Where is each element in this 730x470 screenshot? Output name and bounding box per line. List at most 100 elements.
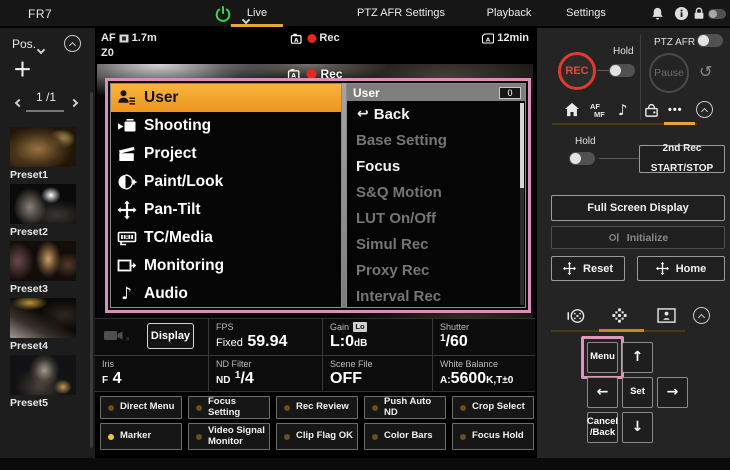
svg-text:A: A (294, 37, 299, 43)
svg-text:A: A (486, 37, 491, 43)
arrow-right-icon: → (667, 385, 679, 400)
info-button[interactable] (674, 6, 689, 26)
preset-group-dropdown[interactable] (38, 40, 44, 58)
pan-left-button[interactable]: ← (587, 377, 618, 408)
tab-ptz-afr-settings[interactable]: PTZ AFR Settings (357, 0, 445, 26)
paint-icon (116, 172, 137, 192)
assign-button-marker[interactable]: Marker (100, 423, 182, 450)
submenu-item-simul-rec[interactable]: Simul Rec (347, 231, 525, 257)
shutter-cell[interactable]: Shutter 1/60 (432, 319, 535, 355)
assign-button-clip-flag-ok[interactable]: Clip Flag OK (276, 423, 358, 450)
tab-dpad-control[interactable] (611, 307, 628, 324)
submenu-item-lut-on-off[interactable]: LUT On/Off (347, 205, 525, 231)
rec-zone-divider (640, 35, 641, 120)
rec-dot-icon (307, 34, 316, 43)
assign-button-rec-review[interactable]: Rec Review (276, 396, 358, 419)
power-button[interactable] (214, 5, 232, 28)
af-subject-icon (119, 34, 129, 43)
shutter-den: /60 (446, 333, 468, 350)
tab-settings[interactable]: Settings (566, 0, 606, 26)
menu-button[interactable]: Menu (587, 342, 618, 373)
menu-item-user[interactable]: User (111, 84, 341, 112)
tab-playback[interactable]: Playback (487, 0, 532, 26)
set-button[interactable]: Set (622, 377, 653, 408)
cancel-back-button[interactable]: Cancel /Back (587, 412, 618, 443)
fps-mode: Fixed (216, 337, 243, 349)
gain-cell[interactable]: GainLo L:0dB (322, 319, 432, 355)
menu-item-paint-look[interactable]: Paint/Look (111, 168, 341, 196)
preset-item-3[interactable]: Preset3 (10, 241, 76, 295)
camcorder-icon (116, 116, 137, 136)
preset-item-4[interactable]: Preset4 (10, 298, 76, 352)
iris-cell[interactable]: Iris F 4 (95, 355, 208, 391)
pan-tilt-reset-button[interactable]: Reset (551, 256, 625, 281)
submenu-item-base-setting[interactable]: Base Setting (347, 127, 525, 153)
assign-button-video-signal-monitor[interactable]: Video Signal Monitor (188, 423, 270, 450)
assign-button-color-bars[interactable]: Color Bars (364, 423, 446, 450)
assign-button-push-auto-nd[interactable]: Push Auto ND (364, 396, 446, 419)
preset-page-indicator (26, 110, 64, 112)
pan-right-button[interactable]: → (657, 377, 688, 408)
sidebar-collapse-button[interactable] (64, 35, 81, 52)
pause-button[interactable]: Pause (649, 53, 689, 93)
assign-button-direct-menu[interactable]: Direct Menu (100, 396, 182, 419)
menu-item-tc-media[interactable]: TC/Media (111, 224, 341, 252)
tab-subject-tracking[interactable] (657, 308, 676, 324)
add-preset-button[interactable]: ＋ (13, 61, 32, 80)
ptz-afr-toggle[interactable] (697, 34, 723, 47)
submenu-item-focus[interactable]: Focus (347, 153, 525, 179)
menu-item-project[interactable]: Project (111, 140, 341, 168)
submenu-item-interval-rec[interactable]: Interval Rec (347, 283, 525, 308)
restart-icon[interactable]: ↺ (699, 62, 712, 81)
preset-item-2[interactable]: Preset2 (10, 184, 76, 238)
nd-filter-cell[interactable]: ND Filter ND 1/4 (208, 355, 322, 391)
assign-button-crop-select[interactable]: Crop Select (452, 396, 534, 419)
menu-item-audio[interactable]: ♪ Audio (111, 280, 341, 308)
pan-tilt-collapse-button[interactable] (693, 307, 710, 324)
assign-button-focus-hold[interactable]: Focus Hold (452, 423, 534, 450)
initialize-button[interactable]: Initialize (551, 226, 725, 249)
notifications-button[interactable] (650, 6, 665, 27)
menu-item-shooting[interactable]: Shooting (111, 112, 341, 140)
tilt-up-button[interactable]: ↑ (622, 342, 653, 373)
tab-af-mf[interactable]: AFMF (590, 103, 605, 119)
tab-home-position[interactable] (564, 102, 580, 117)
lock-toggle[interactable] (708, 9, 726, 19)
tab-more[interactable]: ••• (668, 104, 683, 116)
home-icon (564, 102, 580, 117)
tab-camera[interactable] (643, 102, 660, 118)
second-rec-button[interactable]: 2nd Rec START/STOP (639, 145, 725, 173)
tilt-down-button[interactable]: ↓ (622, 412, 653, 443)
pan-tilt-home-button[interactable]: Home (637, 256, 725, 281)
sidebar-scrollbar[interactable] (90, 92, 93, 448)
display-button[interactable]: Display (147, 323, 194, 349)
fps-cell[interactable]: FPS Fixed 59.94 (208, 319, 322, 355)
full-screen-display-button[interactable]: Full Screen Display (551, 195, 725, 221)
bottom-frame (0, 458, 730, 470)
menu-item-monitoring[interactable]: Monitoring (111, 252, 341, 280)
preset-item-1[interactable]: Preset1 (10, 127, 76, 181)
scene-label: Scene File (330, 359, 432, 369)
preset-thumbnail (10, 355, 76, 395)
submenu-item-back[interactable]: ↩ Back (347, 101, 525, 127)
scrollbar-thumb[interactable] (520, 103, 524, 188)
tab-joystick-control[interactable] (567, 307, 586, 325)
white-balance-cell[interactable]: White Balance A:5600K,T±0 (432, 355, 535, 391)
preset-item-5[interactable]: Preset5 (10, 355, 76, 409)
submenu-scrollbar[interactable] (520, 103, 524, 305)
rec-button[interactable]: REC (558, 52, 596, 90)
chevron-right-icon (70, 99, 78, 107)
menu-item-pan-tilt[interactable]: Pan-Tilt (111, 196, 341, 224)
gain-label: Gain (330, 322, 349, 332)
preset-page-prev[interactable] (16, 93, 22, 111)
tab-audio[interactable]: ♪ (618, 101, 628, 119)
assign-button-focus-setting[interactable]: Focus Setting (188, 396, 270, 419)
preset-page-next[interactable] (71, 93, 77, 111)
tab-live[interactable]: Live (247, 0, 267, 26)
second-rec-hold-toggle[interactable] (569, 152, 595, 165)
panel-collapse-button[interactable] (696, 101, 713, 118)
scene-file-cell[interactable]: Scene File OFF (322, 355, 432, 391)
submenu-item-proxy-rec[interactable]: Proxy Rec (347, 257, 525, 283)
rec-hold-toggle[interactable] (609, 64, 635, 77)
submenu-item-sq-motion[interactable]: S&Q Motion (347, 179, 525, 205)
